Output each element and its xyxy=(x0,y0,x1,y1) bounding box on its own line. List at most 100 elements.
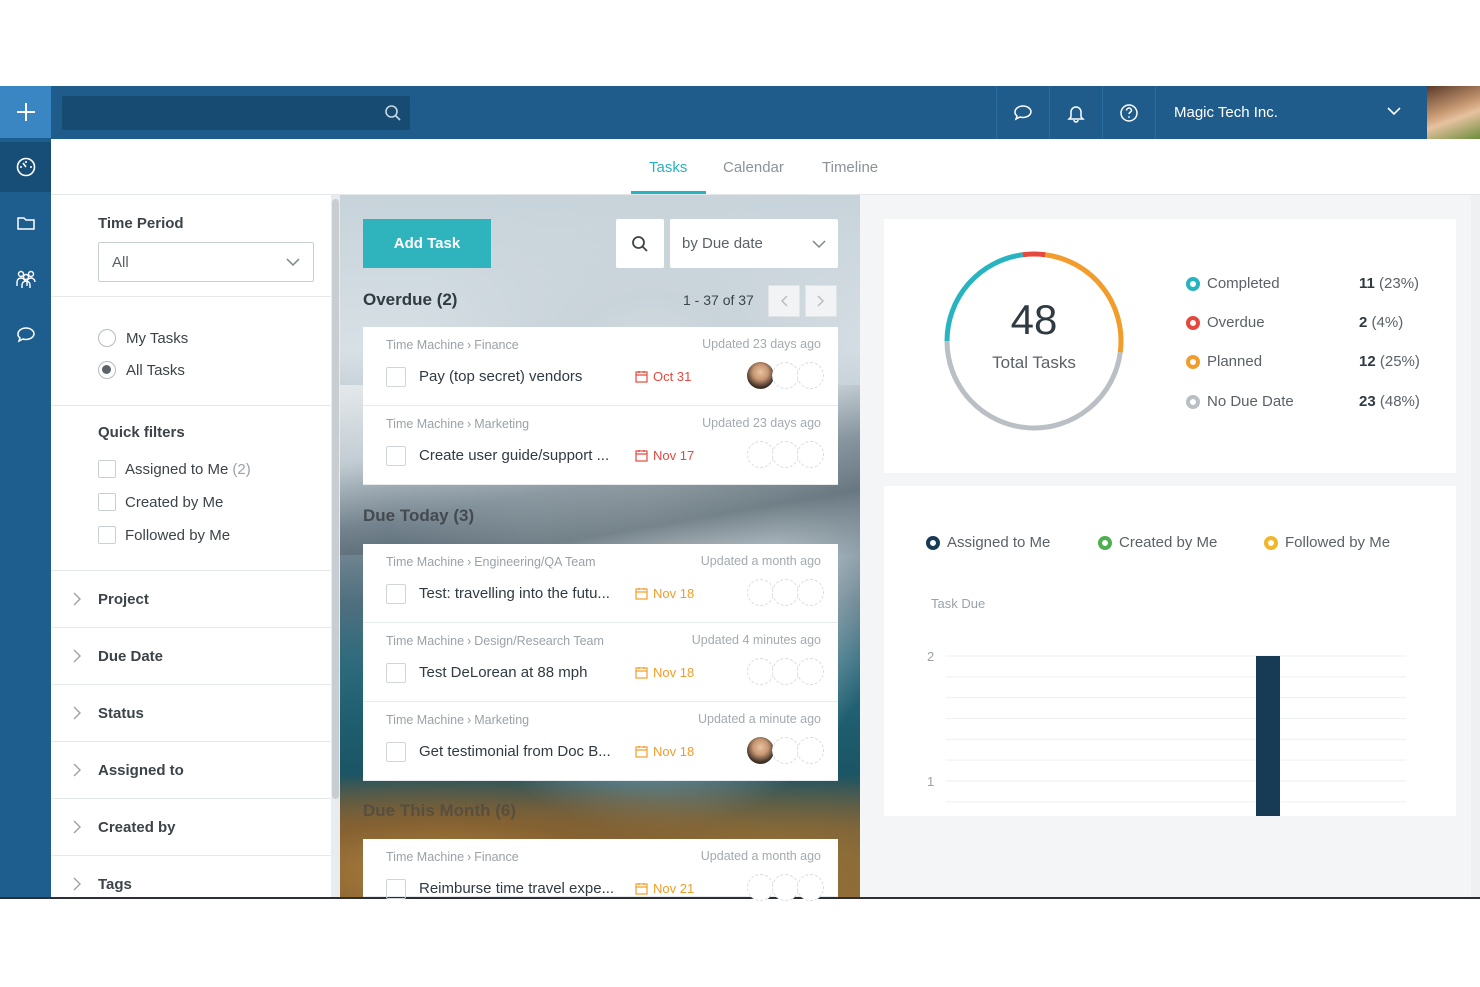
task-card[interactable]: Time Machine › Finance Updated a month ago R… xyxy=(363,839,838,901)
assignee-slots[interactable] xyxy=(747,874,824,901)
task-card[interactable]: Time Machine › Marketing Updated 23 days ag… xyxy=(363,406,838,485)
task-breadcrumb[interactable]: Time Machine › Design/Research Team xyxy=(386,634,604,648)
checkbox[interactable] xyxy=(98,526,116,544)
task-due-date[interactable]: Nov 17 xyxy=(635,448,694,463)
time-period-select[interactable]: All xyxy=(98,242,314,282)
rail-dashboard[interactable] xyxy=(0,142,51,192)
user-avatar[interactable] xyxy=(1427,86,1480,139)
task-name[interactable]: Get testimonial from Doc B... xyxy=(419,743,611,760)
task-breadcrumb[interactable]: Time Machine › Finance xyxy=(386,338,519,352)
empty-assignee-slot[interactable] xyxy=(772,658,799,685)
task-breadcrumb[interactable]: Time Machine › Finance xyxy=(386,850,519,864)
scrollbar-thumb[interactable] xyxy=(332,199,339,799)
pager-next-button[interactable] xyxy=(805,285,837,317)
empty-assignee-slot[interactable] xyxy=(747,874,774,901)
task-complete-checkbox[interactable] xyxy=(386,742,406,762)
task-due-date[interactable]: Oct 31 xyxy=(635,369,691,384)
filter-tags[interactable]: Tags xyxy=(51,856,331,897)
empty-assignee-slot[interactable] xyxy=(797,658,824,685)
task-complete-checkbox[interactable] xyxy=(386,879,406,899)
task-breadcrumb[interactable]: Time Machine › Engineering/QA Team xyxy=(386,555,596,569)
global-search-input[interactable] xyxy=(62,96,362,130)
status-legend-item: No Due Date xyxy=(1186,393,1294,410)
empty-assignee-slot[interactable] xyxy=(772,362,799,389)
empty-assignee-slot[interactable] xyxy=(797,579,824,606)
filter-status[interactable]: Status xyxy=(51,685,331,742)
task-complete-checkbox[interactable] xyxy=(386,367,406,387)
task-breadcrumb[interactable]: Time Machine › Marketing xyxy=(386,713,529,727)
tab-timeline[interactable]: Timeline xyxy=(822,159,878,176)
rail-projects[interactable] xyxy=(0,198,51,248)
task-breadcrumb[interactable]: Time Machine › Marketing xyxy=(386,417,529,431)
total-tasks-label: Total Tasks xyxy=(992,353,1076,372)
empty-assignee-slot[interactable] xyxy=(797,362,824,389)
create-button[interactable] xyxy=(0,86,51,138)
quick-filter-followed[interactable]: Followed by Me xyxy=(98,526,230,544)
filter-panel: Time Period All My Tasks All Tasks Quick… xyxy=(51,195,331,897)
quick-filter-assigned[interactable]: Assigned to Me (2) xyxy=(98,460,251,478)
filter-created-by[interactable]: Created by xyxy=(51,799,331,856)
page-scrollbar[interactable] xyxy=(1471,195,1480,897)
workspace-switcher[interactable]: Magic Tech Inc. xyxy=(1155,86,1423,139)
rail-discussions[interactable] xyxy=(0,310,51,360)
chat-button[interactable] xyxy=(996,86,1049,139)
filter-assigned-to[interactable]: Assigned to xyxy=(51,742,331,799)
rail-people[interactable] xyxy=(0,254,51,304)
empty-assignee-slot[interactable] xyxy=(772,579,799,606)
empty-assignee-slot[interactable] xyxy=(747,658,774,685)
tab-tasks[interactable]: Tasks xyxy=(649,159,687,176)
radio-button[interactable] xyxy=(98,361,116,379)
task-name[interactable]: Create user guide/support ... xyxy=(419,447,609,464)
task-name[interactable]: Test: travelling into the futu... xyxy=(419,585,610,602)
task-due-date[interactable]: Nov 18 xyxy=(635,586,694,601)
filter-project[interactable]: Project xyxy=(51,571,331,628)
radio-all-tasks[interactable]: All Tasks xyxy=(98,361,185,379)
chart-bar[interactable] xyxy=(1256,656,1280,816)
radio-button[interactable] xyxy=(98,329,116,347)
empty-assignee-slot[interactable] xyxy=(772,874,799,901)
task-search-button[interactable] xyxy=(616,219,664,268)
sort-select[interactable]: by Due date xyxy=(670,219,838,268)
assignee-slots[interactable] xyxy=(747,579,824,606)
task-card[interactable]: Time Machine › Marketing Updated a minute a… xyxy=(363,702,838,781)
task-complete-checkbox[interactable] xyxy=(386,663,406,683)
radio-my-tasks[interactable]: My Tasks xyxy=(98,329,188,347)
task-complete-checkbox[interactable] xyxy=(386,584,406,604)
task-due-date[interactable]: Nov 18 xyxy=(635,665,694,680)
task-name[interactable]: Pay (top secret) vendors xyxy=(419,368,582,385)
filter-scrollbar[interactable] xyxy=(331,195,340,897)
assignee-avatar[interactable] xyxy=(747,362,774,389)
task-due-date[interactable]: Nov 18 xyxy=(635,744,694,759)
empty-assignee-slot[interactable] xyxy=(797,874,824,901)
assignee-slots[interactable] xyxy=(747,658,824,685)
empty-assignee-slot[interactable] xyxy=(747,579,774,606)
tab-calendar[interactable]: Calendar xyxy=(723,159,784,176)
assignee-slots[interactable] xyxy=(747,362,824,389)
filter-due-date[interactable]: Due Date xyxy=(51,628,331,685)
task-name[interactable]: Reimburse time travel expe... xyxy=(419,880,614,897)
add-task-button[interactable]: Add Task xyxy=(363,219,491,268)
task-card[interactable]: Time Machine › Design/Research Team Updated… xyxy=(363,623,838,702)
empty-assignee-slot[interactable] xyxy=(772,441,799,468)
task-complete-checkbox[interactable] xyxy=(386,446,406,466)
pager-prev-button[interactable] xyxy=(768,285,800,317)
task-name[interactable]: Test DeLorean at 88 mph xyxy=(419,664,587,681)
assignee-slots[interactable] xyxy=(747,737,824,764)
notifications-button[interactable] xyxy=(1049,86,1102,139)
search-icon[interactable] xyxy=(384,104,402,122)
assignee-avatar[interactable] xyxy=(747,737,774,764)
empty-assignee-slot[interactable] xyxy=(747,441,774,468)
help-button[interactable] xyxy=(1102,86,1155,139)
empty-assignee-slot[interactable] xyxy=(772,737,799,764)
checkbox[interactable] xyxy=(98,460,116,478)
checkbox[interactable] xyxy=(98,493,116,511)
empty-assignee-slot[interactable] xyxy=(797,737,824,764)
global-search[interactable] xyxy=(62,96,410,130)
assignee-slots[interactable] xyxy=(747,441,824,468)
legend-label: Planned xyxy=(1207,353,1263,370)
quick-filter-created[interactable]: Created by Me xyxy=(98,493,223,511)
task-due-date[interactable]: Nov 21 xyxy=(635,881,694,896)
task-card[interactable]: Time Machine › Finance Updated 23 days ago P… xyxy=(363,327,838,406)
empty-assignee-slot[interactable] xyxy=(797,441,824,468)
task-card[interactable]: Time Machine › Engineering/QA Team Updated … xyxy=(363,544,838,623)
